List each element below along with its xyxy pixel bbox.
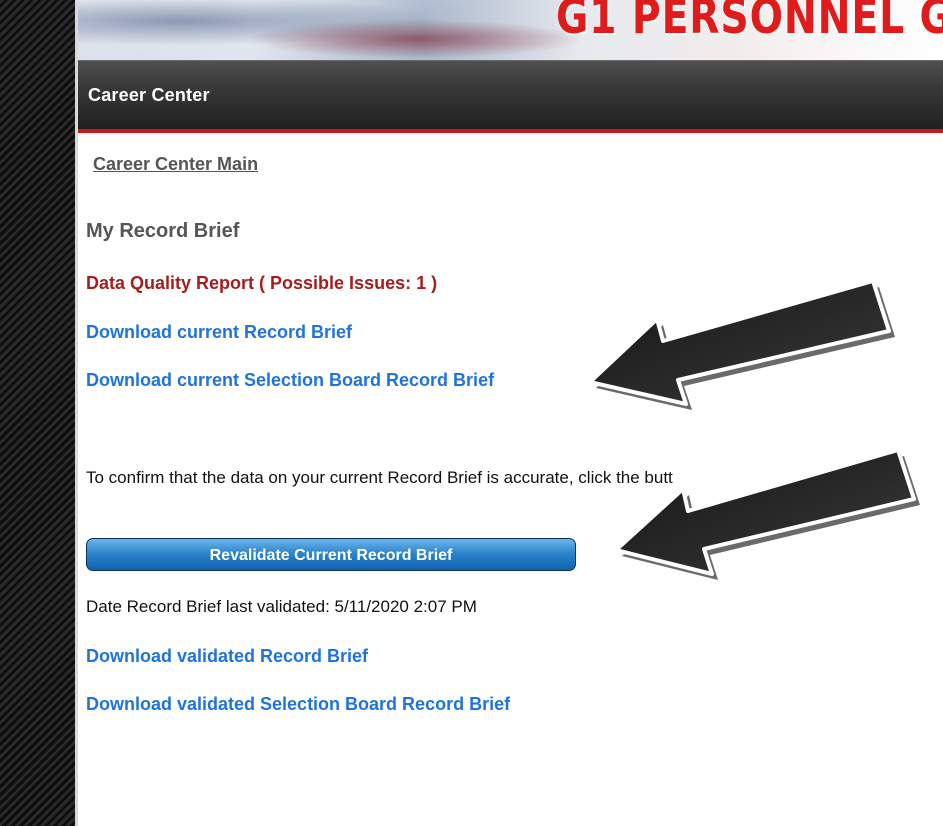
page: G1 PERSONNEL G Career Center Career Cent… — [0, 0, 943, 826]
nav-bar-red-stripe — [78, 129, 943, 133]
record-brief-heading: My Record Brief — [86, 220, 240, 242]
revalidate-current-record-brief-button[interactable]: Revalidate Current Record Brief — [86, 538, 576, 571]
left-carbon-rail — [0, 0, 77, 826]
banner-flag-image — [78, 0, 598, 60]
data-quality-report-link[interactable]: Data Quality Report ( Possible Issues: 1… — [86, 273, 437, 294]
header-banner: G1 PERSONNEL G — [78, 0, 943, 60]
annotation-arrow-icon — [588, 279, 895, 410]
nav-title: Career Center — [88, 85, 210, 105]
career-center-main-link[interactable]: Career Center Main — [93, 154, 258, 175]
last-validated-date-text: Date Record Brief last validated: 5/11/2… — [86, 597, 477, 616]
nav-bar: Career Center — [78, 60, 943, 131]
revalidate-instruction-text: To confirm that the data on your current… — [86, 468, 673, 487]
download-current-selection-board-record-brief-link[interactable]: Download current Selection Board Record … — [86, 370, 494, 391]
download-validated-selection-board-record-brief-link[interactable]: Download validated Selection Board Recor… — [86, 694, 510, 715]
download-validated-record-brief-link[interactable]: Download validated Record Brief — [86, 646, 368, 667]
banner-title: G1 PERSONNEL G — [556, 0, 943, 45]
download-current-record-brief-link[interactable]: Download current Record Brief — [86, 322, 352, 343]
